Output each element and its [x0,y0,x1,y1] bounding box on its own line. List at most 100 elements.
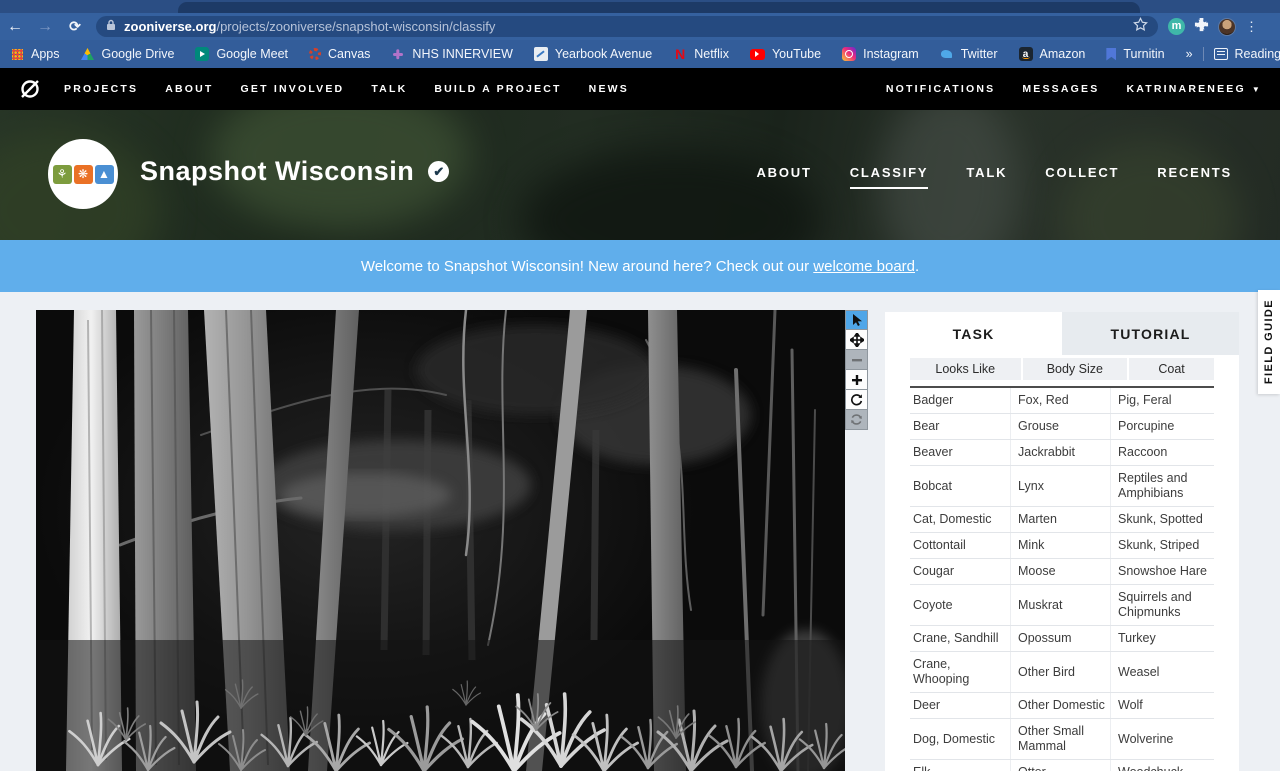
project-tab-about[interactable]: ABOUT [756,165,811,189]
filter-looks-like[interactable]: Looks Like [910,358,1021,380]
move-tool-button[interactable] [845,330,868,350]
bookmark-label: Google Meet [216,47,289,61]
project-nav: ABOUT CLASSIFY TALK COLLECT RECENTS [756,165,1232,189]
project-tab-classify[interactable]: CLASSIFY [849,165,929,189]
animal-option[interactable]: Opossum [1010,626,1110,651]
animal-option[interactable]: Fox, Red [1010,388,1110,413]
browser-active-tab[interactable] [178,2,1140,13]
animal-option[interactable]: Pig, Feral [1110,388,1214,413]
filter-coat[interactable]: Coat [1129,358,1215,380]
field-guide-tab[interactable]: FIELD GUIDE [1258,290,1280,394]
bookmark-netflix[interactable]: Netflix [673,47,729,61]
rotate-tool-button[interactable] [845,390,868,410]
animal-option[interactable]: Porcupine [1110,414,1214,439]
animal-option[interactable]: Reptiles and Amphibians [1110,466,1214,506]
back-button[interactable]: ← [0,18,30,36]
project-tab-talk[interactable]: TALK [966,165,1007,189]
tab-tutorial[interactable]: TUTORIAL [1062,312,1239,355]
nav-link-notifications[interactable]: NOTIFICATIONS [886,83,995,95]
nav-link-projects[interactable]: PROJECTS [64,83,138,95]
animal-option[interactable]: Moose [1010,559,1110,584]
bookmarks-overflow-chevron[interactable]: » [1186,47,1193,61]
nav-link-news[interactable]: NEWS [589,83,629,95]
animal-option[interactable]: Dog, Domestic [910,719,1010,759]
forward-button[interactable]: → [30,18,60,36]
bookmark-yearbook[interactable]: Yearbook Avenue [533,47,652,61]
table-row: Deer Other Domestic Wolf [910,693,1214,719]
animal-option[interactable]: Skunk, Spotted [1110,507,1214,532]
animal-option[interactable]: Bobcat [910,466,1010,506]
animal-option[interactable]: Wolf [1110,693,1214,718]
animal-option[interactable]: Jackrabbit [1010,440,1110,465]
animal-option[interactable]: Crane, Whooping [910,652,1010,692]
animal-option[interactable]: Snowshoe Hare [1110,559,1214,584]
animal-option[interactable]: Cougar [910,559,1010,584]
table-row: Beaver Jackrabbit Raccoon [910,440,1214,466]
animal-option[interactable]: Deer [910,693,1010,718]
animal-option[interactable]: Coyote [910,585,1010,625]
reading-list-button[interactable]: Reading List [1213,47,1280,61]
filter-body-size[interactable]: Body Size [1022,358,1128,380]
annotate-tool-button[interactable] [845,310,868,330]
bookmark-star-icon[interactable] [1133,16,1148,37]
extensions-puzzle-icon[interactable] [1194,17,1209,37]
nav-link-build-a-project[interactable]: BUILD A PROJECT [434,83,561,95]
bookmark-apps[interactable]: Apps [10,47,60,61]
reload-button[interactable]: ⟳ [60,18,90,35]
bookmark-meet[interactable]: Google Meet [195,47,288,61]
animal-option[interactable]: Weasel [1110,652,1214,692]
extension-m-icon[interactable]: m [1168,18,1185,35]
animal-option[interactable]: Grouse [1010,414,1110,439]
animal-option[interactable]: Mink [1010,533,1110,558]
welcome-board-link[interactable]: welcome board [813,258,915,275]
chrome-menu-icon[interactable]: ⋮ [1245,20,1258,33]
animal-option[interactable]: Other Small Mammal [1010,719,1110,759]
animal-option[interactable]: Other Domestic [1010,693,1110,718]
animal-option[interactable]: Woodchuck [1110,760,1214,771]
animal-option[interactable]: Squirrels and Chipmunks [1110,585,1214,625]
zooniverse-logo-icon[interactable] [18,77,42,101]
bookmark-drive[interactable]: Google Drive [81,47,175,61]
subject-image[interactable] [36,310,845,771]
animal-option[interactable]: Beaver [910,440,1010,465]
bookmark-innerview[interactable]: NHS INNERVIEW [391,47,513,61]
animal-option[interactable]: Turkey [1110,626,1214,651]
project-tab-collect[interactable]: COLLECT [1045,165,1119,189]
nav-link-about[interactable]: ABOUT [165,83,213,95]
animal-option[interactable]: Crane, Sandhill [910,626,1010,651]
animal-option[interactable]: Cottontail [910,533,1010,558]
bookmark-instagram[interactable]: Instagram [842,47,919,61]
animal-option[interactable]: Cat, Domestic [910,507,1010,532]
bookmark-amazon[interactable]: Amazon [1018,47,1085,61]
animal-option[interactable]: Elk [910,760,1010,771]
tab-task[interactable]: TASK [885,312,1062,355]
bookmark-twitter[interactable]: Twitter [940,47,998,61]
animal-option[interactable]: Otter [1010,760,1110,771]
animal-option[interactable]: Raccoon [1110,440,1214,465]
animal-option[interactable]: Bear [910,414,1010,439]
animal-option[interactable]: Skunk, Striped [1110,533,1214,558]
animal-option[interactable]: Marten [1010,507,1110,532]
nav-link-messages[interactable]: MESSAGES [1022,83,1099,95]
nav-link-get-involved[interactable]: GET INVOLVED [241,83,345,95]
animal-option[interactable]: Badger [910,388,1010,413]
nav-link-talk[interactable]: TALK [371,83,407,95]
profile-avatar[interactable] [1218,17,1236,36]
zoom-out-button[interactable] [845,350,868,370]
animal-option[interactable]: Other Bird [1010,652,1110,692]
bookmark-youtube[interactable]: YouTube [749,47,821,61]
reset-view-button[interactable] [845,410,868,430]
bookmark-turnitin[interactable]: Turnitin [1106,47,1165,61]
animal-option[interactable]: Lynx [1010,466,1110,506]
url-bar[interactable]: zooniverse.org/projects/zooniverse/snaps… [96,16,1158,37]
user-menu[interactable]: KATRINARENEEG ▼ [1126,83,1262,95]
youtube-icon [749,48,765,60]
animal-option[interactable]: Wolverine [1110,719,1214,759]
bookmark-label: Canvas [328,47,371,61]
project-tab-recents[interactable]: RECENTS [1157,165,1232,189]
browser-toolbar: ← → ⟳ zooniverse.org/projects/zooniverse… [0,13,1280,40]
project-avatar[interactable]: ⚘ ❋ ▲ [48,139,118,209]
animal-option[interactable]: Muskrat [1010,585,1110,625]
zoom-in-button[interactable] [845,370,868,390]
bookmark-canvas[interactable]: Canvas [309,47,370,61]
